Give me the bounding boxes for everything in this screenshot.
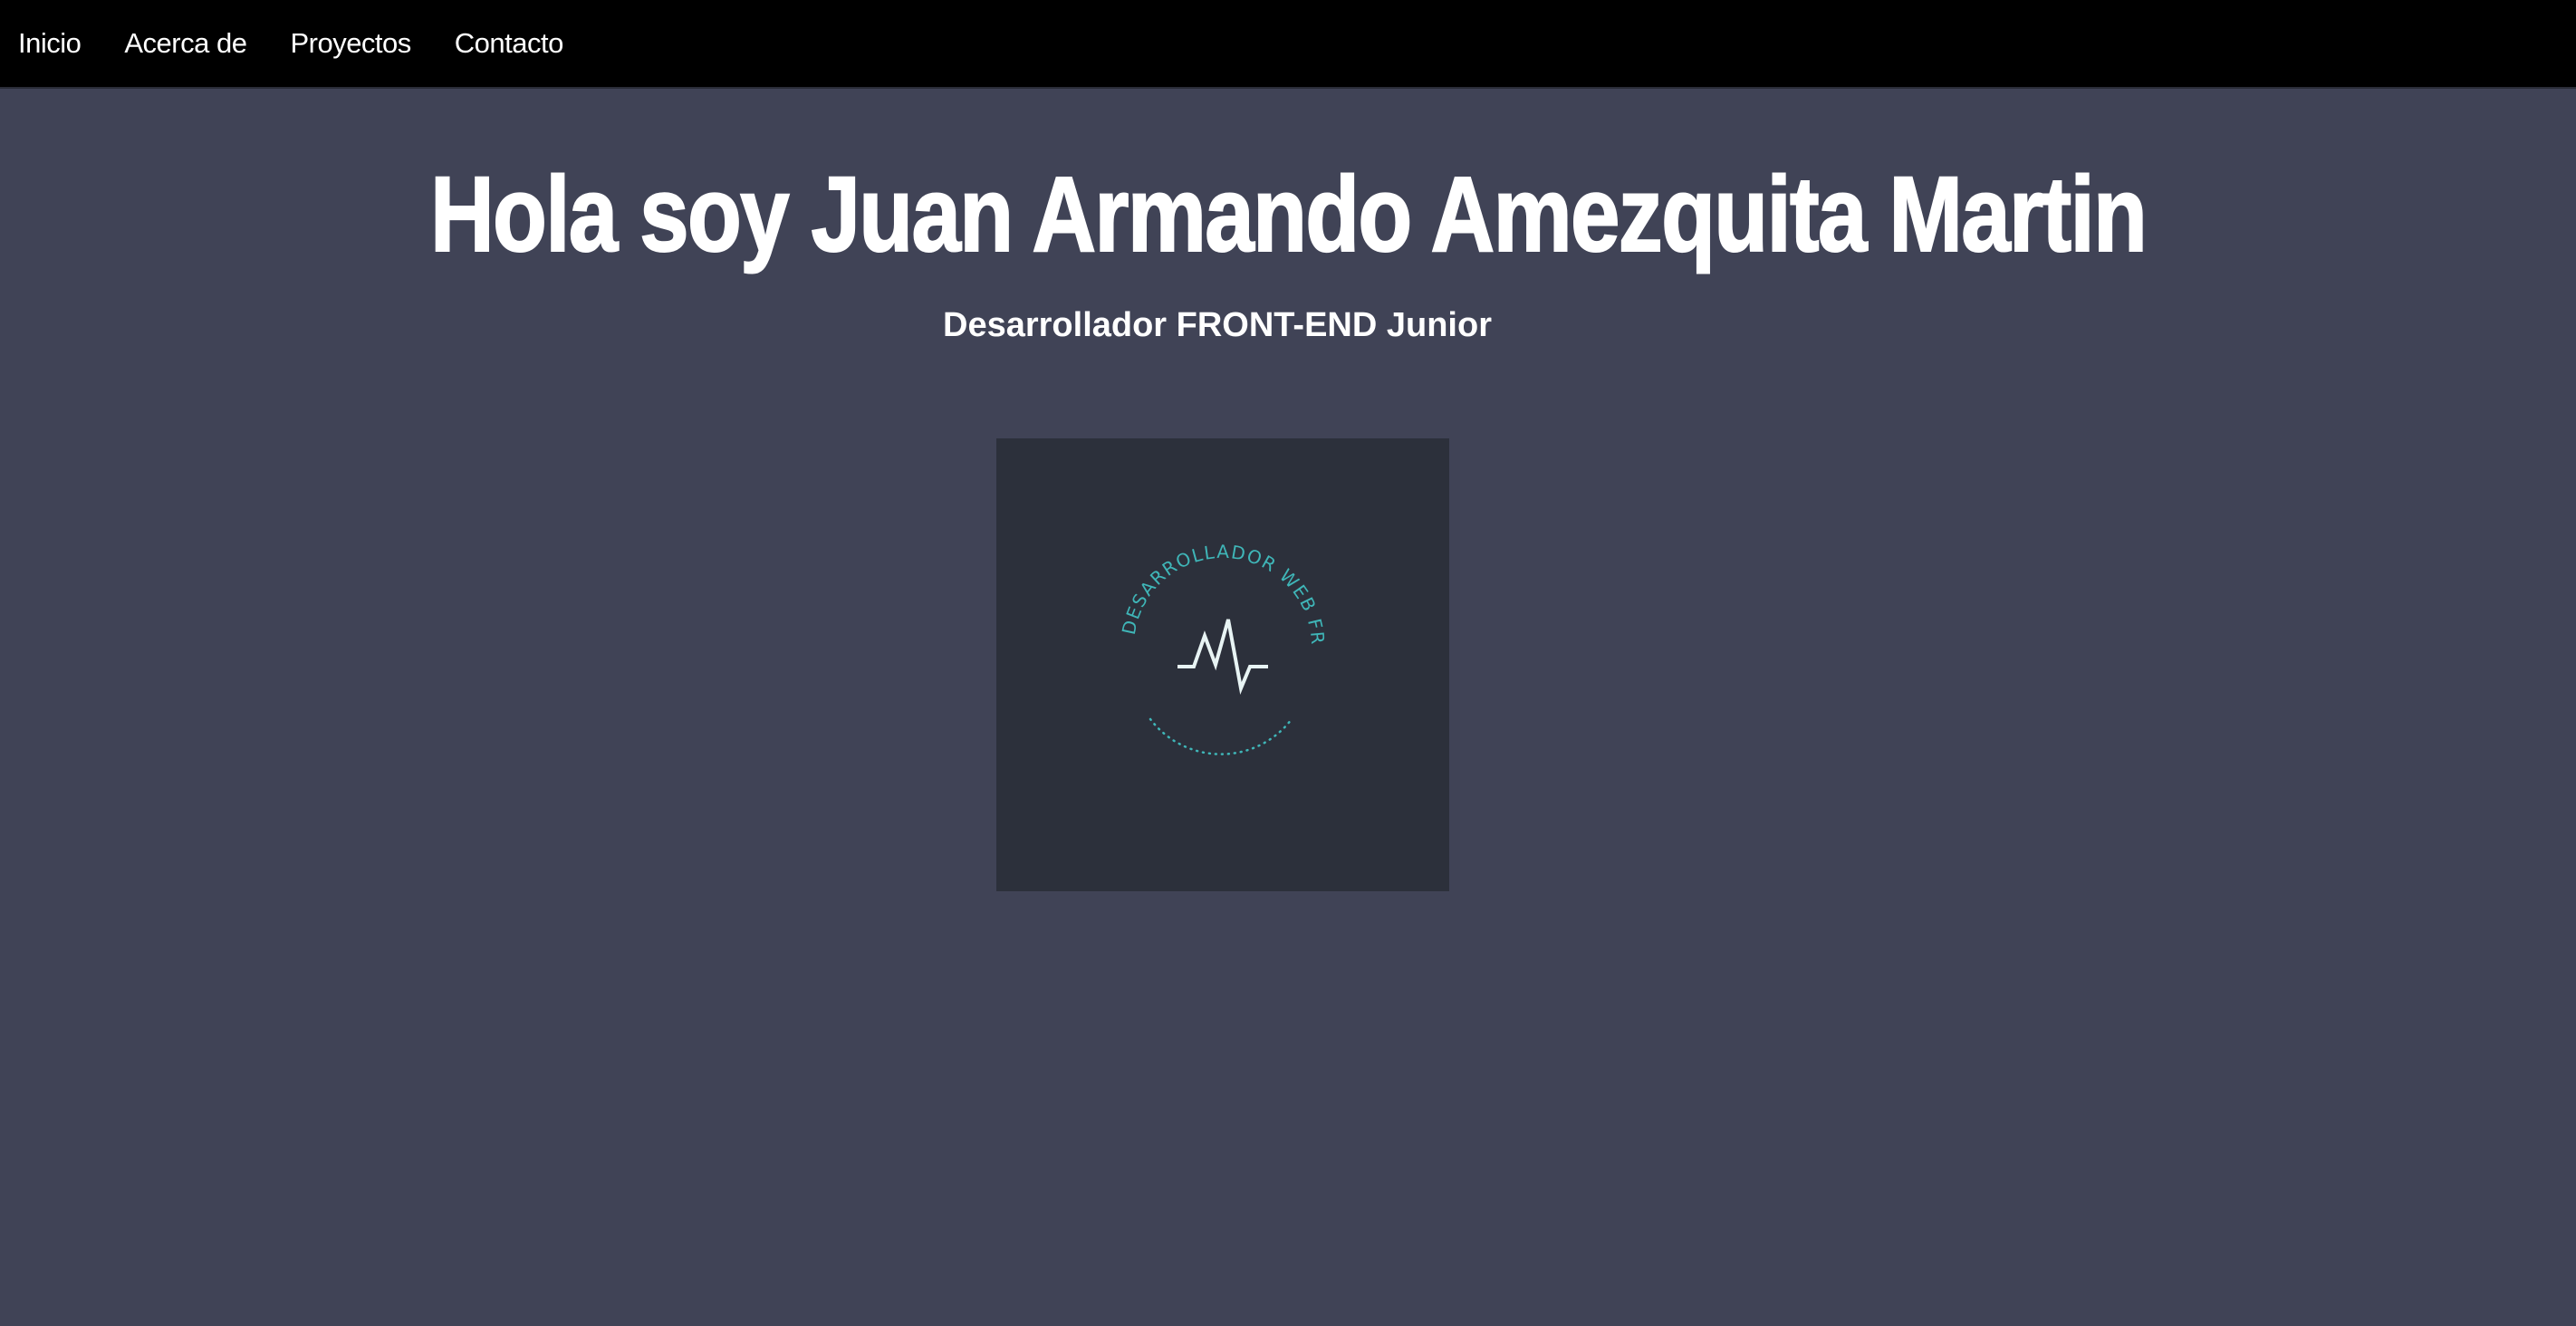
nav-menu: Inicio Acerca de Proyectos Contacto	[18, 0, 607, 87]
logo-ring-text: DESARROLLADOR WEB FRONT-END	[1053, 438, 1329, 647]
nav-link-proyectos[interactable]: Proyectos	[290, 27, 411, 59]
logo-dotted-arc	[1149, 717, 1293, 755]
logo-card: DESARROLLADOR WEB FRONT-END	[996, 438, 1449, 891]
nav-link-acerca-de[interactable]: Acerca de	[124, 27, 247, 59]
hero-subtitle: Desarrollador FRONT-END Junior	[943, 306, 1492, 344]
developer-logo: DESARROLLADOR WEB FRONT-END	[1053, 438, 1329, 755]
heartbeat-pulse-icon	[1177, 619, 1268, 695]
top-navbar: Inicio Acerca de Proyectos Contacto	[0, 0, 2576, 89]
nav-link-contacto[interactable]: Contacto	[455, 27, 564, 59]
hero-title-text: Hola soy Juan Armando Amezquita Martin	[429, 155, 2148, 274]
hero-title: Hola soy Juan Armando Amezquita Martin	[0, 155, 2576, 274]
logo-ring-text-path: DESARROLLADOR WEB FRONT-END	[1053, 438, 1327, 647]
nav-link-inicio[interactable]: Inicio	[18, 27, 82, 59]
